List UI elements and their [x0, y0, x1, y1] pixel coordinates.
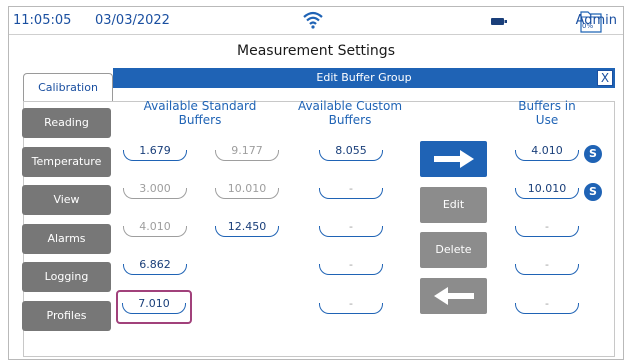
menu-profiles[interactable]: Profiles: [22, 301, 111, 331]
dialog-title: Edit Buffer Group: [113, 68, 615, 88]
status-bar: 11:05:05 03/03/2022 0% Admin: [9, 7, 623, 35]
tab-calibration[interactable]: Calibration: [23, 73, 113, 101]
menu-reading[interactable]: Reading: [22, 108, 111, 138]
page-title: Measurement Settings: [237, 43, 395, 59]
buffers-in-use-heading: Buffers in Use: [518, 99, 576, 127]
in-use-buffer[interactable]: -: [515, 219, 579, 237]
in-use-buffer[interactable]: 10.010: [515, 181, 579, 199]
in-use-buffer[interactable]: 4.010: [515, 143, 579, 161]
standard-badge: S: [584, 145, 602, 163]
add-buffer-button[interactable]: [420, 141, 487, 177]
standard-buffer[interactable]: 6.862: [123, 257, 187, 275]
menu-temperature[interactable]: Temperature: [22, 147, 111, 177]
remove-buffer-button[interactable]: [420, 278, 487, 314]
custom-buffer[interactable]: -: [319, 257, 383, 275]
arrow-right-icon: [433, 150, 474, 168]
custom-buffer[interactable]: -: [319, 219, 383, 237]
menu-alarms[interactable]: Alarms: [22, 224, 111, 254]
menu-view[interactable]: View: [22, 185, 111, 215]
standard-buffer[interactable]: 9.177: [215, 143, 279, 161]
date: 03/03/2022: [95, 13, 170, 28]
custom-buffer[interactable]: -: [319, 181, 383, 199]
standard-buffer[interactable]: 10.010: [215, 181, 279, 199]
standard-buffer[interactable]: 1.679: [123, 143, 187, 161]
wifi-icon: [303, 11, 323, 29]
custom-buffers-heading: Available Custom Buffers: [297, 99, 403, 127]
arrow-left-icon: [433, 287, 474, 305]
standard-buffer-selected[interactable]: 7.010: [122, 296, 186, 314]
battery-icon: [491, 18, 507, 25]
custom-buffer[interactable]: 8.055: [319, 143, 383, 161]
custom-buffer[interactable]: -: [319, 296, 383, 314]
delete-button[interactable]: Delete: [420, 232, 487, 268]
menu-logging[interactable]: Logging: [22, 262, 111, 292]
in-use-buffer[interactable]: -: [515, 257, 579, 275]
standard-buffer[interactable]: 3.000: [123, 181, 187, 199]
edit-button[interactable]: Edit: [420, 187, 487, 223]
user-name[interactable]: Admin: [576, 13, 617, 28]
device-screen: 11:05:05 03/03/2022 0% Admin Measurement…: [8, 6, 624, 360]
standard-buffer[interactable]: 12.450: [215, 219, 279, 237]
standard-buffer[interactable]: 4.010: [123, 219, 187, 237]
in-use-buffer[interactable]: -: [515, 296, 579, 314]
standard-buffers-heading: Available Standard Buffers: [143, 99, 257, 127]
close-button[interactable]: X: [597, 70, 613, 86]
standard-badge: S: [584, 183, 602, 201]
clock: 11:05:05: [13, 13, 72, 28]
